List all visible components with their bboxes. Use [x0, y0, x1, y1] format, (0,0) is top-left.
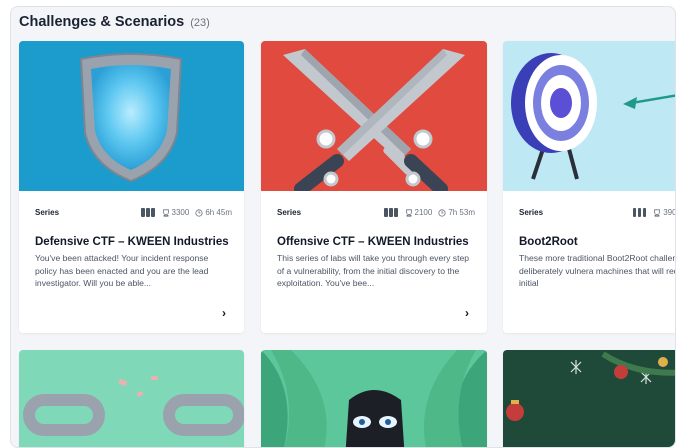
card-art: [503, 41, 675, 191]
duration-value: 7h 53m: [448, 208, 475, 217]
trophy-icon: [405, 208, 412, 217]
card-description: These more traditional Boot2Root challen…: [519, 253, 675, 288]
difficulty-bars-icon: [141, 208, 155, 217]
target-icon: [511, 53, 675, 180]
series-label: Series: [277, 208, 302, 217]
clock-icon: [438, 208, 446, 217]
series-label: Series: [35, 208, 60, 217]
holiday-ornament-icon: [506, 351, 675, 421]
points-stat: 3900: [653, 208, 675, 217]
challenges-panel: Challenges & Scenarios (23) Series 3300 …: [10, 6, 676, 448]
open-card-arrow-icon[interactable]: ›: [465, 306, 469, 320]
challenge-card-bottom-1[interactable]: [19, 350, 244, 447]
broken-chain-icon: [23, 376, 244, 436]
card-art: [261, 41, 487, 191]
challenge-card-bottom-3[interactable]: [503, 350, 675, 447]
challenge-card-offensive[interactable]: Series 2100 7h 53m Offensive CTF – KWEEN…: [261, 41, 487, 333]
hidden-figure-icon: [261, 350, 487, 447]
trophy-icon: [162, 208, 169, 217]
card-art: [19, 350, 244, 447]
clock-icon: [195, 208, 203, 217]
section-header: Challenges & Scenarios (23): [19, 14, 210, 30]
challenge-card-boot2root[interactable]: Series 3900 Boot2Root These more traditi…: [503, 41, 675, 333]
shield-icon: [79, 53, 183, 183]
card-art: [19, 41, 244, 191]
card-meta: Series 3900: [519, 208, 675, 217]
card-description: This series of labs will take you throug…: [277, 253, 470, 288]
card-title: Defensive CTF – KWEEN Industries: [35, 236, 229, 248]
section-title: Challenges & Scenarios: [19, 14, 185, 30]
open-card-arrow-icon[interactable]: ›: [222, 306, 226, 320]
difficulty-bars-icon: [632, 208, 647, 217]
crossed-swords-icon: [283, 49, 465, 191]
points-stat: 2100: [405, 208, 433, 217]
card-title: Offensive CTF – KWEEN Industries: [277, 236, 469, 248]
duration-stat: 7h 53m: [438, 208, 475, 217]
card-meta: Series 2100 7h 53m: [277, 208, 475, 217]
card-meta: Series 3300 6h 45m: [35, 208, 232, 217]
challenge-card-bottom-2[interactable]: [261, 350, 487, 447]
trophy-icon: [654, 208, 661, 217]
card-art: [261, 350, 487, 447]
series-label: Series: [519, 208, 544, 217]
challenge-card-defensive[interactable]: Series 3300 6h 45m Defensive CTF – KWEEN…: [19, 41, 244, 333]
duration-value: 6h 45m: [205, 208, 232, 217]
points-value: 2100: [414, 208, 433, 217]
difficulty-bars-icon: [384, 208, 398, 217]
card-description: You've been attacked! Your incident resp…: [35, 253, 209, 288]
points-stat: 3300: [162, 208, 190, 217]
card-title: Boot2Root: [519, 236, 578, 248]
section-count: (23): [190, 17, 210, 29]
card-art: [503, 350, 675, 447]
duration-stat: 6h 45m: [195, 208, 232, 217]
points-value: 3900: [663, 208, 675, 217]
points-value: 3300: [171, 208, 190, 217]
